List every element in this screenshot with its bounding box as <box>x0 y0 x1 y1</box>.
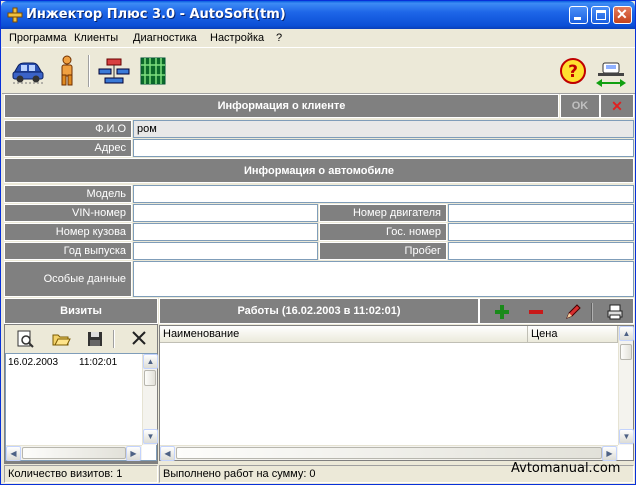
visit-time: 11:02:01 <box>79 357 118 368</box>
menu-diagnostics[interactable]: Диагностика <box>133 32 197 44</box>
fio-label: Ф.И.О <box>4 120 132 138</box>
maximize-button[interactable] <box>591 6 610 24</box>
vin-field[interactable] <box>133 204 318 222</box>
special-data-field[interactable] <box>133 261 634 297</box>
car-info-header: Информация о автомобиле <box>4 158 634 183</box>
scroll-thumb[interactable] <box>144 370 156 386</box>
toolbar-separator <box>88 55 90 87</box>
preview-icon[interactable] <box>15 329 35 349</box>
car-lift-icon[interactable] <box>594 61 628 89</box>
visits-horizontal-scrollbar[interactable]: ◀ ▶ <box>6 445 142 461</box>
scroll-down-icon[interactable]: ▼ <box>619 429 634 444</box>
cancel-button[interactable]: ✕ <box>600 94 634 118</box>
model-label: Модель <box>4 185 132 203</box>
svg-text:?: ? <box>568 62 578 82</box>
scroll-down-icon[interactable]: ▼ <box>143 429 158 444</box>
print-icon[interactable] <box>606 303 624 321</box>
help-icon[interactable]: ? <box>559 57 587 85</box>
scroll-left-icon[interactable]: ◀ <box>6 446 21 461</box>
window-title: Инжектор Плюс 3.0 - AutoSoft(tm) <box>26 7 286 22</box>
toolbar-separator <box>591 303 593 321</box>
scroll-right-icon[interactable]: ▶ <box>126 446 141 461</box>
circuit-board-icon[interactable] <box>138 55 168 87</box>
menu-bar: Программа Клиенты Диагностика Настройка … <box>2 30 635 48</box>
title-bar[interactable]: Инжектор Плюс 3.0 - AutoSoft(tm) ✕ <box>1 1 635 29</box>
works-header: Работы (16.02.2003 в 11:02:01) <box>159 298 479 324</box>
works-horizontal-scrollbar[interactable]: ◀ ▶ <box>160 445 618 461</box>
remove-icon[interactable] <box>528 304 544 320</box>
scroll-up-icon[interactable]: ▲ <box>619 326 634 341</box>
watermark: Avtomanual.com <box>511 461 621 476</box>
year-field[interactable] <box>133 242 318 260</box>
works-vertical-scrollbar[interactable]: ▲ ▼ <box>618 326 634 445</box>
app-icon <box>7 7 23 23</box>
visits-count-status: Количество визитов: 1 <box>4 465 158 483</box>
car-icon[interactable] <box>11 57 45 85</box>
plate-number-field[interactable] <box>448 223 634 241</box>
year-label: Год выпуска <box>4 242 132 260</box>
works-table[interactable]: Наименование Цена ▲ ▼ ◀ ▶ <box>159 325 634 461</box>
scroll-thumb[interactable] <box>176 447 602 459</box>
menu-settings[interactable]: Настройка <box>210 32 264 44</box>
special-data-label: Особые данные <box>4 261 132 297</box>
scroll-right-icon[interactable]: ▶ <box>602 446 617 461</box>
column-header-price[interactable]: Цена <box>528 326 618 343</box>
works-toolbar <box>479 298 634 324</box>
app-window: Инжектор Плюс 3.0 - AutoSoft(tm) ✕ Прогр… <box>0 0 636 485</box>
toolbar-separator <box>113 330 115 348</box>
menu-help[interactable]: ? <box>276 32 282 44</box>
edit-pencil-icon[interactable] <box>564 303 582 321</box>
menu-clients[interactable]: Клиенты <box>74 32 118 44</box>
mileage-field[interactable] <box>448 242 634 260</box>
client-info-header: Информация о клиенте <box>4 94 559 118</box>
fio-field[interactable]: ром <box>133 120 634 138</box>
column-header-name[interactable]: Наименование <box>160 326 528 343</box>
open-folder-icon[interactable] <box>51 329 71 349</box>
visits-toolbar <box>5 325 157 353</box>
mileage-label: Пробег <box>319 242 447 260</box>
maximize-icon <box>596 10 606 20</box>
toolbar: ? <box>2 49 635 94</box>
add-icon[interactable] <box>494 304 510 320</box>
visits-vertical-scrollbar[interactable]: ▲ ▼ <box>142 354 158 445</box>
model-field[interactable] <box>133 185 634 203</box>
person-icon[interactable] <box>57 55 77 87</box>
scroll-thumb[interactable] <box>620 344 632 360</box>
minimize-icon <box>574 17 581 20</box>
network-diagram-icon[interactable] <box>97 57 131 85</box>
engine-number-field[interactable] <box>448 204 634 222</box>
save-icon[interactable] <box>85 329 105 349</box>
body-number-label: Номер кузова <box>4 223 132 241</box>
minimize-button[interactable] <box>569 6 588 24</box>
scroll-thumb[interactable] <box>22 447 126 459</box>
address-field[interactable] <box>133 139 634 157</box>
list-item[interactable]: 16.02.2003 11:02:01 <box>8 357 117 368</box>
ok-button[interactable]: OK <box>560 94 600 118</box>
menu-program[interactable]: Программа <box>9 32 67 44</box>
visits-header: Визиты <box>4 298 158 324</box>
engine-number-label: Номер двигателя <box>319 204 447 222</box>
body-number-field[interactable] <box>133 223 318 241</box>
scroll-left-icon[interactable]: ◀ <box>160 446 175 461</box>
address-label: Адрес <box>4 139 132 157</box>
close-icon: ✕ <box>616 6 628 22</box>
plate-number-label: Гос. номер <box>319 223 447 241</box>
delete-icon[interactable] <box>131 330 147 346</box>
close-window-button[interactable]: ✕ <box>613 6 632 24</box>
vin-label: VIN-номер <box>4 204 132 222</box>
visit-date: 16.02.2003 <box>8 357 59 368</box>
scroll-up-icon[interactable]: ▲ <box>143 354 158 369</box>
visits-list[interactable]: 16.02.2003 11:02:01 ▲ ▼ ◀ ▶ <box>5 353 158 461</box>
